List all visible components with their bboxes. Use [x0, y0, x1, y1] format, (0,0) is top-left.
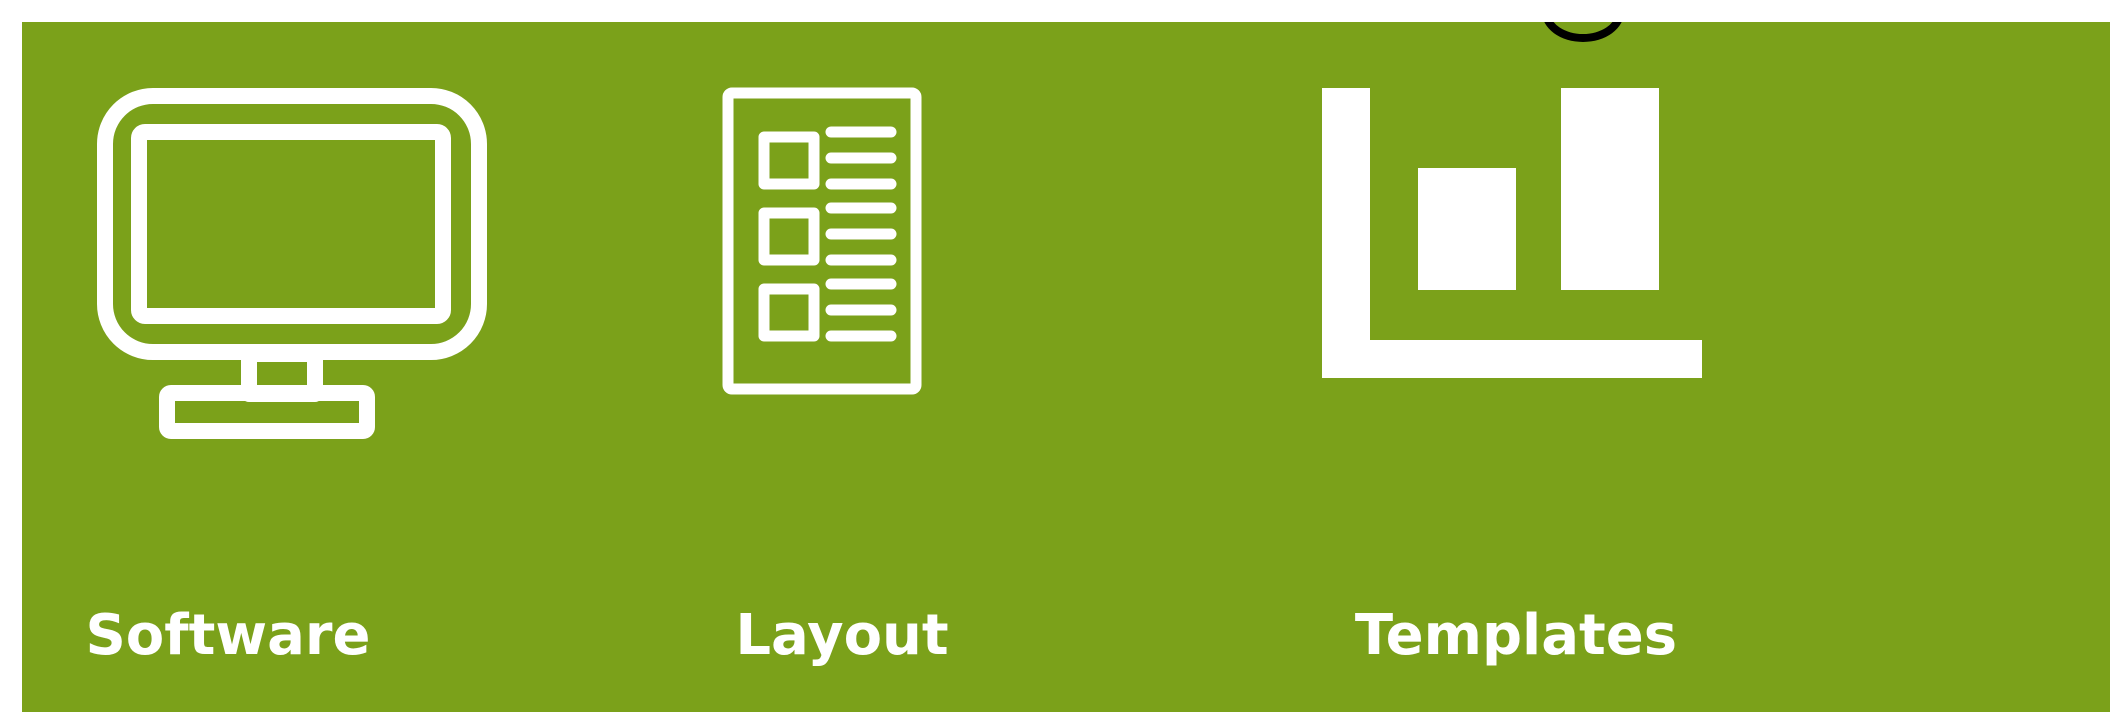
- chart-bar-short: [1418, 168, 1516, 290]
- feature-label-software: Software: [85, 603, 371, 668]
- layout-thumbnail-2: [758, 207, 820, 266]
- feature-templates: Templates: [1202, 22, 2110, 712]
- chart-y-axis: [1322, 88, 1370, 378]
- bar-chart-icon: [1322, 88, 1702, 378]
- feature-label-layout: Layout: [735, 603, 949, 668]
- layout-text-lines: [825, 126, 897, 342]
- monitor-base: [159, 385, 375, 439]
- document-layout-icon: [722, 87, 922, 395]
- layout-thumbnail-3: [758, 283, 820, 342]
- chart-x-axis: [1322, 340, 1702, 378]
- feature-software: Software: [22, 22, 722, 712]
- feature-label-templates: Templates: [1354, 603, 1678, 668]
- chart-bar-tall: [1561, 88, 1659, 290]
- features-banner: Software Layout Templates: [22, 22, 2110, 712]
- monitor-icon: [97, 88, 487, 439]
- layout-thumbnail-1: [758, 131, 820, 190]
- monitor-screen: [131, 124, 451, 324]
- page-canvas: Software Layout Templates: [0, 0, 2110, 712]
